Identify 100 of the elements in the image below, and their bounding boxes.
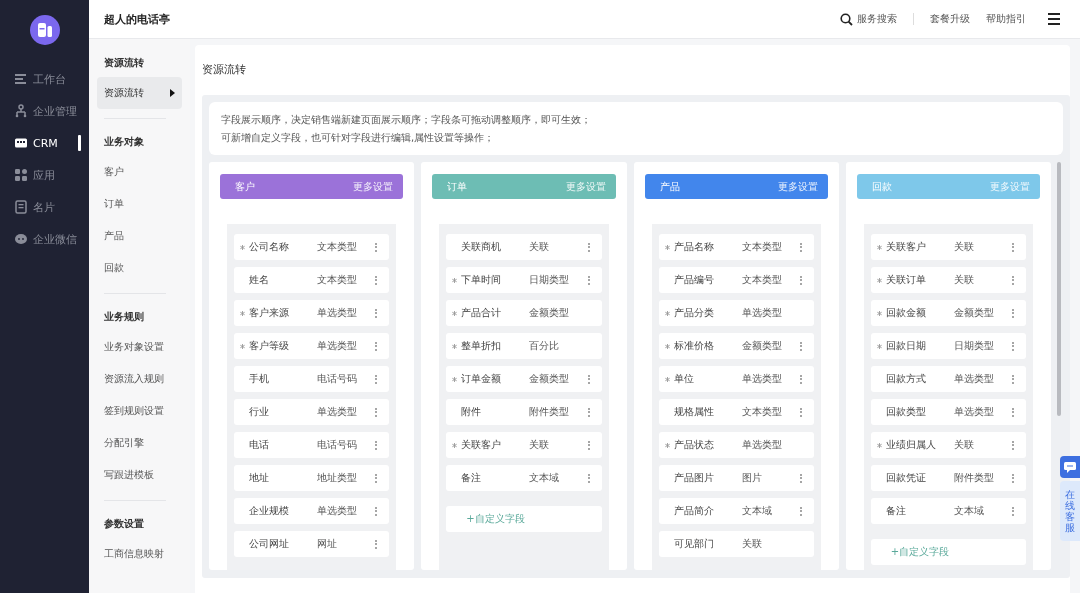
field-type: 文本类型 (317, 240, 358, 254)
field-type: 日期类型 (529, 273, 571, 287)
field-row[interactable]: 客户等级 单选类型 (234, 333, 390, 359)
field-row[interactable]: 回款凭证 附件类型 (870, 465, 1026, 491)
field-row[interactable]: 产品状态 单选类型 (658, 432, 814, 458)
field-row[interactable]: 行业 单选类型 (234, 399, 390, 425)
field-row[interactable]: 回款金额 金额类型 (870, 300, 1026, 326)
field-row[interactable]: 产品简介 文本域 (658, 498, 814, 524)
field-type: 地址类型 (317, 471, 358, 485)
field-row[interactable]: 标准价格 金额类型 (658, 333, 814, 359)
menu-icon[interactable] (1048, 12, 1060, 26)
field-type: 关联 (529, 438, 551, 452)
submenu-item[interactable]: 分配引擎 (97, 427, 182, 459)
top-link[interactable]: 帮助指引 (986, 12, 1026, 26)
chat-button[interactable] (1060, 456, 1080, 478)
field-row[interactable]: 规格属性 文本类型 (658, 399, 814, 425)
field-name: 客户来源 (249, 306, 290, 320)
field-name: 关联客户 (885, 240, 927, 254)
submenu-item[interactable]: 写跟进模板 (97, 459, 182, 491)
field-type: 文本域 (741, 504, 773, 518)
field-row[interactable]: 手机 电话号码 (234, 366, 390, 392)
grid-icon (14, 168, 28, 182)
field-row[interactable]: 公司网址 网址 (234, 531, 390, 557)
field-row[interactable]: 关联商机 关联 (446, 234, 602, 260)
field-name: 公司网址 (249, 537, 290, 551)
field-type: 单选类型 (317, 339, 358, 353)
more-settings-link[interactable]: 更多设置 (353, 179, 394, 194)
sidebar-item[interactable]: 应用 (0, 159, 89, 191)
field-row[interactable]: 订单金额 金额类型 (446, 366, 602, 392)
sidebar-item[interactable]: 名片 (0, 191, 89, 223)
field-row[interactable]: 关联订单 关联 (870, 267, 1026, 293)
field-row[interactable]: 附件 附件类型 (446, 399, 602, 425)
field-name: 附件 (461, 405, 483, 419)
field-row[interactable]: 回款类型 单选类型 (870, 399, 1026, 425)
submenu-item[interactable]: 资源流转 (97, 77, 182, 109)
field-row[interactable]: 产品合计 金额类型 (446, 300, 602, 326)
list-icon (14, 72, 28, 86)
submenu-item[interactable]: 签到规则设置 (97, 395, 182, 427)
sidebar-item[interactable]: 企业微信 (0, 223, 89, 255)
field-row[interactable]: 关联客户 关联 (870, 234, 1026, 260)
field-row[interactable]: 备注 文本域 (870, 498, 1026, 524)
field-name: 行业 (249, 405, 270, 419)
field-type: 单选类型 (317, 504, 358, 518)
online-support-tab[interactable]: 在线客服 (1060, 481, 1080, 541)
field-name: 可见部门 (673, 537, 715, 551)
submenu-item[interactable]: 资源流入规则 (97, 363, 182, 395)
app-title: 超人的电话亭 (104, 11, 170, 27)
field-name: 业绩归属人 (885, 438, 937, 452)
field-row[interactable]: 可见部门 关联 (658, 531, 814, 557)
field-type: 附件类型 (953, 471, 995, 485)
field-name: 标准价格 (673, 339, 715, 353)
field-row[interactable]: 产品名称 文本类型 (658, 234, 814, 260)
field-row[interactable]: 产品分类 单选类型 (658, 300, 814, 326)
field-name: 产品名称 (673, 240, 715, 254)
submenu-item[interactable]: 工商信息映射 (97, 538, 182, 570)
field-row[interactable]: 备注 文本域 (446, 465, 602, 491)
submenu-heading: 业务对象 (103, 135, 145, 149)
field-row[interactable]: 单位 单选类型 (658, 366, 814, 392)
field-row[interactable]: 业绩归属人 关联 (870, 432, 1026, 458)
field-row[interactable]: 产品编号 文本类型 (658, 267, 814, 293)
field-type: 网址 (317, 537, 338, 551)
field-type: 单选类型 (741, 438, 783, 452)
submenu-item[interactable]: 客户 (97, 156, 182, 188)
submenu-item[interactable]: 产品 (97, 220, 182, 252)
field-row[interactable]: 企业规模 单选类型 (234, 498, 390, 524)
top-link[interactable]: 套餐升级 (930, 12, 970, 26)
search-button[interactable]: 服务搜索 (840, 12, 897, 26)
field-row[interactable]: 整单折扣 百分比 (446, 333, 602, 359)
field-type: 文本域 (953, 504, 985, 518)
field-type: 附件类型 (529, 405, 571, 419)
field-row[interactable]: 下单时间 日期类型 (446, 267, 602, 293)
field-row[interactable]: 回款方式 单选类型 (870, 366, 1026, 392)
field-row[interactable]: 地址 地址类型 (234, 465, 390, 491)
field-type: 关联 (741, 537, 763, 551)
submenu-item[interactable]: 订单 (97, 188, 182, 220)
field-row[interactable]: 客户来源 单选类型 (234, 300, 390, 326)
submenu-item[interactable]: 回款 (97, 252, 182, 284)
field-type: 电话号码 (317, 372, 358, 386)
field-row[interactable]: 回款日期 日期类型 (870, 333, 1026, 359)
caret-icon (170, 89, 175, 97)
column-title: 订单 (447, 179, 468, 194)
field-name: 关联订单 (885, 273, 927, 287)
field-name: 手机 (249, 372, 270, 386)
sidebar-item[interactable]: 企业管理 (0, 95, 89, 127)
field-type: 关联 (529, 240, 551, 254)
field-row[interactable]: 关联客户 关联 (446, 432, 602, 458)
field-row[interactable]: 电话 电话号码 (234, 432, 390, 458)
field-row[interactable]: 姓名 文本类型 (234, 267, 390, 293)
field-row[interactable]: 产品图片 图片 (658, 465, 814, 491)
scrollbar[interactable] (1057, 162, 1061, 416)
submenu-heading: 业务规则 (103, 310, 145, 324)
field-name: 下单时间 (461, 273, 503, 287)
field-name: 产品图片 (673, 471, 715, 485)
sidebar-item[interactable]: CRM (0, 127, 89, 159)
document-icon (14, 200, 28, 214)
sidebar-item[interactable]: 工作台 (0, 63, 89, 95)
field-row[interactable]: 公司名称 文本类型 (234, 234, 390, 260)
field-type: 金额类型 (741, 339, 783, 353)
submenu-item[interactable]: 业务对象设置 (97, 331, 182, 363)
field-name: 备注 (461, 471, 483, 485)
